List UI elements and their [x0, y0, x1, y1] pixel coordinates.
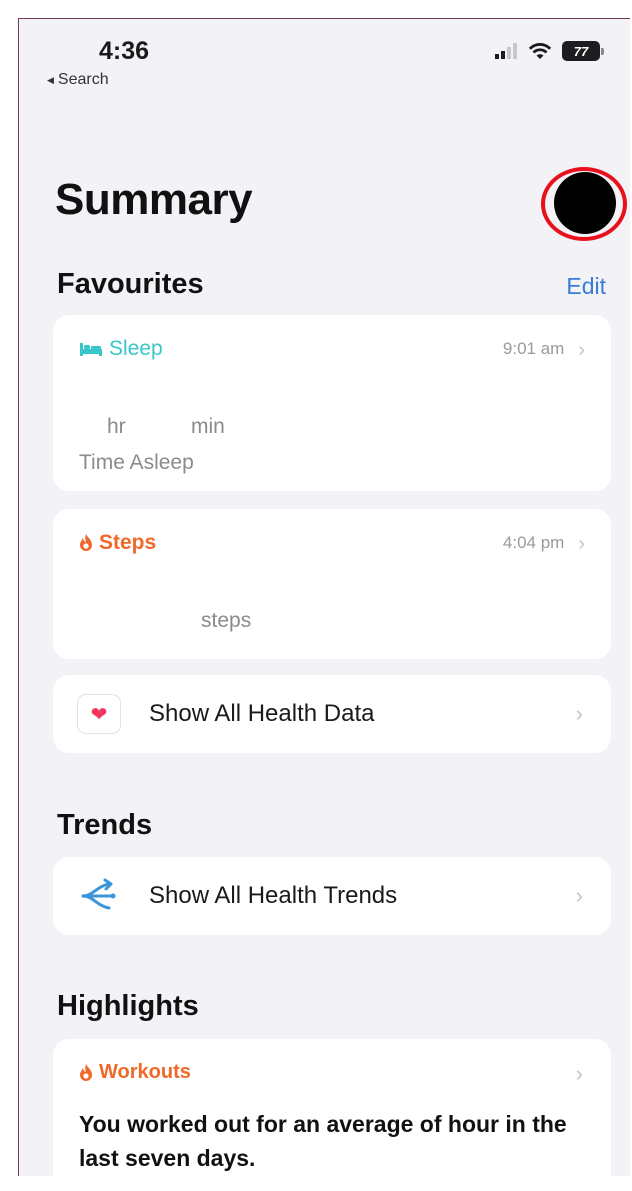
sleep-hr-unit: hr — [107, 415, 126, 438]
cellular-signal-icon — [495, 43, 517, 59]
back-label: Search — [57, 71, 109, 88]
sleep-min-unit: min — [191, 415, 225, 438]
chevron-right-icon: › — [575, 701, 583, 726]
chevron-right-icon: › — [575, 1061, 583, 1086]
steps-unit: steps — [201, 609, 252, 632]
flame-icon — [80, 534, 92, 551]
steps-time-label: 4:04 pm — [502, 533, 565, 552]
status-icons: 77 — [494, 41, 604, 61]
page-title: Summary — [55, 175, 253, 224]
workouts-label: Workouts — [99, 1061, 191, 1083]
sleep-card[interactable]: Sleep 9:01 am › hr min Time Asleep — [53, 315, 611, 491]
steps-card[interactable]: Steps 4:04 pm › steps — [53, 509, 611, 659]
profile-avatar[interactable] — [554, 172, 616, 234]
workouts-card-header: Workouts — [79, 1061, 191, 1084]
sleep-time-label: 9:01 am — [502, 339, 565, 358]
chevron-right-icon: › — [578, 339, 585, 361]
heart-icon: ❤ — [77, 694, 121, 734]
edit-favourites-button[interactable]: Edit — [566, 273, 606, 300]
show-all-health-trends-label: Show All Health Trends — [149, 882, 398, 909]
steps-card-header: Steps — [79, 531, 156, 555]
steps-time: 4:04 pm › — [503, 533, 585, 556]
sleep-time: 9:01 am › — [503, 339, 585, 362]
steps-label: Steps — [99, 531, 157, 554]
back-to-search[interactable]: ◀ Search — [47, 71, 109, 89]
highlights-heading: Highlights — [57, 990, 199, 1022]
trends-heading: Trends — [57, 809, 153, 841]
favourites-heading: Favourites — [57, 268, 204, 300]
bed-icon — [80, 343, 102, 356]
wifi-icon — [528, 43, 552, 59]
status-time: 4:36 — [99, 37, 150, 65]
battery-level: 77 — [573, 43, 589, 59]
bottom-margin — [18, 1176, 632, 1191]
show-all-health-trends-row[interactable]: Show All Health Trends › — [53, 857, 611, 935]
sleep-label: Sleep — [109, 337, 163, 360]
battery-icon: 77 — [562, 41, 604, 61]
workouts-summary-text: You worked out for an average of hour in… — [79, 1111, 567, 1171]
chevron-right-icon: › — [578, 533, 585, 555]
sleep-card-header: Sleep — [79, 337, 163, 361]
show-all-health-data-label: Show All Health Data — [149, 700, 375, 727]
flame-icon — [80, 1063, 92, 1081]
back-arrow-icon: ◀ — [47, 74, 54, 85]
show-all-health-data-row[interactable]: ❤ Show All Health Data › — [53, 675, 611, 753]
chevron-right-icon: › — [575, 883, 583, 908]
app-screen: 4:36 ◀ Search 77 Summary Favourites Edit — [18, 18, 630, 1178]
sleep-caption: Time Asleep — [79, 451, 194, 474]
workouts-highlight-card[interactable]: Workouts › You worked out for an average… — [53, 1039, 611, 1178]
trends-icon — [81, 878, 116, 910]
